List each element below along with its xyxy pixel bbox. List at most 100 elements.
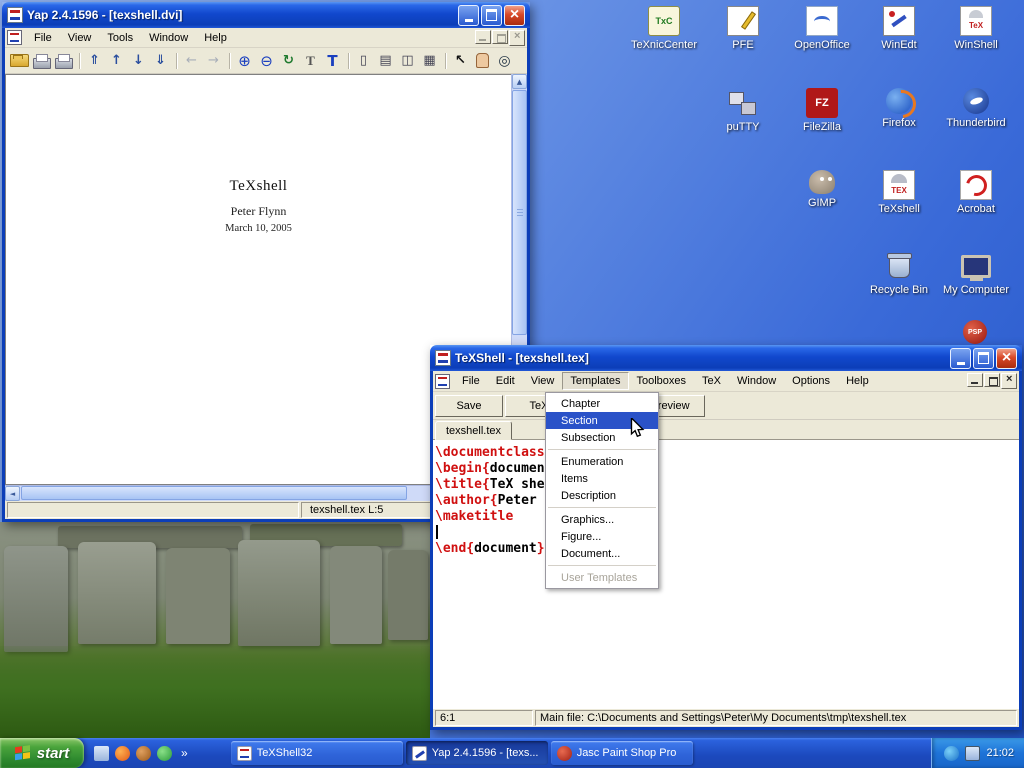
back-icon[interactable]: ←	[181, 51, 202, 71]
menu-item[interactable]: Window	[141, 29, 196, 47]
mdi-close-button[interactable]	[1001, 373, 1017, 389]
menu-item-graphics[interactable]: Graphics...	[546, 511, 658, 528]
page-facing-icon[interactable]: ◫	[397, 51, 418, 71]
desktop-icon-filezilla[interactable]: FZ FileZilla	[784, 88, 860, 133]
display-settings-icon[interactable]	[965, 746, 980, 761]
quicklaunch-mail-icon[interactable]	[136, 746, 151, 761]
desktop-icon-winedt[interactable]: WinEdt	[861, 6, 937, 51]
menu-item[interactable]: Tools	[99, 29, 141, 47]
menu-item[interactable]: Help	[838, 372, 877, 390]
minimize-button[interactable]	[458, 5, 479, 26]
tab-texshell-tex[interactable]: texshell.tex	[435, 421, 512, 440]
next-page-icon[interactable]: ↓	[128, 51, 149, 71]
menu-item-description[interactable]: Description	[546, 487, 658, 504]
menu-item-chapter[interactable]: Chapter	[546, 395, 658, 412]
desktop-icon-recycle-bin[interactable]: Recycle Bin	[861, 251, 937, 296]
texshell-app-icon[interactable]	[435, 350, 451, 366]
last-page-icon[interactable]: ⇓	[150, 51, 171, 71]
open-icon[interactable]	[9, 51, 30, 71]
quicklaunch-firefox-icon[interactable]	[115, 746, 130, 761]
zoom-in-icon[interactable]: ⊕	[234, 51, 255, 71]
desktop-icon-openoffice[interactable]: OpenOffice	[784, 6, 860, 51]
maximize-button[interactable]	[481, 5, 502, 26]
yap-titlebar[interactable]: Yap 2.4.1596 - [texshell.dvi]	[2, 2, 530, 28]
select-tool-icon[interactable]: ↖	[450, 51, 471, 71]
print-icon[interactable]	[31, 51, 52, 71]
prev-page-icon[interactable]: ↑	[106, 51, 127, 71]
taskbar-button-yap[interactable]: Yap 2.4.1596 - [texs...	[406, 741, 548, 765]
minimize-button[interactable]	[950, 348, 971, 369]
desktop-icon-winshell[interactable]: TeX WinShell	[938, 6, 1014, 51]
desktop-icon-firefox[interactable]: Firefox	[861, 88, 937, 129]
page-grid-icon[interactable]: ▦	[419, 51, 440, 71]
quicklaunch-msn-icon[interactable]	[157, 746, 172, 761]
menu-item-document[interactable]: Document...	[546, 545, 658, 562]
menu-item[interactable]: TeX	[694, 372, 729, 390]
mdi-restore-button[interactable]	[984, 373, 1000, 387]
magnifier-tool-icon[interactable]: ◎	[494, 51, 515, 71]
yap-app-icon[interactable]	[7, 7, 23, 23]
hand-tool-icon[interactable]	[472, 51, 493, 71]
desktop-icon-my-computer[interactable]: My Computer	[938, 251, 1014, 296]
desktop-icon-acrobat[interactable]: Acrobat	[938, 170, 1014, 215]
taskbar-button-paintshoppro[interactable]: Jasc Paint Shop Pro	[551, 741, 693, 765]
close-button[interactable]	[504, 5, 525, 26]
menu-item[interactable]: File	[26, 29, 60, 47]
mdi-restore-button[interactable]	[492, 30, 508, 44]
mdi-minimize-button[interactable]	[475, 30, 491, 44]
menu-item[interactable]: View	[60, 29, 100, 47]
maximize-button[interactable]	[973, 348, 994, 369]
menu-item-user-templates[interactable]: User Templates	[546, 569, 658, 586]
texshell-document-icon[interactable]	[435, 374, 450, 389]
ruler-tool-icon[interactable]: T	[300, 51, 321, 71]
code-editor[interactable]: \documentclass{ \begin{document \title{T…	[433, 440, 1019, 709]
scroll-left-button[interactable]	[5, 486, 20, 501]
desktop-icon-texniccenter[interactable]: TxC TeXnicCenter	[626, 6, 702, 51]
separator[interactable]	[225, 51, 233, 71]
taskbar-button-texshell32[interactable]: TeXShell32	[231, 741, 403, 765]
separator[interactable]	[75, 51, 83, 71]
menu-item[interactable]: Toolboxes	[629, 372, 695, 390]
menu-item-figure[interactable]: Figure...	[546, 528, 658, 545]
menu-item[interactable]: Templates	[562, 372, 628, 390]
menu-separator[interactable]	[546, 504, 658, 511]
print-setup-icon[interactable]	[53, 51, 74, 71]
vertical-scrollbar-thumb[interactable]	[512, 90, 527, 335]
menu-item[interactable]: Options	[784, 372, 838, 390]
desktop-icon-psp[interactable]: PSP	[937, 320, 1013, 347]
menu-separator[interactable]	[546, 562, 658, 569]
start-button[interactable]: start	[0, 738, 84, 768]
show-desktop-icon[interactable]	[94, 746, 109, 761]
close-button[interactable]	[996, 348, 1017, 369]
desktop-icon-texshell[interactable]: TEX TeXshell	[861, 170, 937, 215]
menu-item[interactable]: Edit	[488, 372, 523, 390]
desktop-icon-putty[interactable]: puTTY	[705, 88, 781, 133]
dvi-document-icon[interactable]	[7, 30, 22, 45]
scroll-up-button[interactable]	[512, 74, 527, 89]
first-page-icon[interactable]: ⇑	[84, 51, 105, 71]
desktop-icon-thunderbird[interactable]: Thunderbird	[938, 88, 1014, 129]
text-tool-icon[interactable]: T	[322, 51, 343, 71]
page-single-icon[interactable]: ▯	[353, 51, 374, 71]
refresh-icon[interactable]: ↻	[278, 51, 299, 71]
menu-item[interactable]: Help	[196, 29, 235, 47]
separator[interactable]	[344, 51, 352, 71]
save-button[interactable]: Save	[435, 395, 503, 417]
separator[interactable]	[172, 51, 180, 71]
desktop-icon-gimp[interactable]: GIMP	[784, 170, 860, 209]
zoom-out-icon[interactable]: ⊖	[256, 51, 277, 71]
menu-item[interactable]: Window	[729, 372, 784, 390]
menu-item[interactable]: View	[523, 372, 563, 390]
mdi-minimize-button[interactable]	[967, 373, 983, 387]
network-status-icon[interactable]	[944, 746, 959, 761]
forward-icon[interactable]: →	[203, 51, 224, 71]
menu-item-enumeration[interactable]: Enumeration	[546, 453, 658, 470]
separator[interactable]	[441, 51, 449, 71]
menu-item[interactable]: File	[454, 372, 488, 390]
quick-launch-chevron[interactable]: »	[178, 746, 191, 760]
horizontal-scrollbar-thumb[interactable]	[21, 486, 407, 500]
menu-separator[interactable]	[546, 446, 658, 453]
desktop-icon-pfe[interactable]: PFE	[705, 6, 781, 51]
mdi-close-button[interactable]	[509, 30, 525, 46]
texshell-titlebar[interactable]: TeXShell - [texshell.tex]	[430, 345, 1022, 371]
